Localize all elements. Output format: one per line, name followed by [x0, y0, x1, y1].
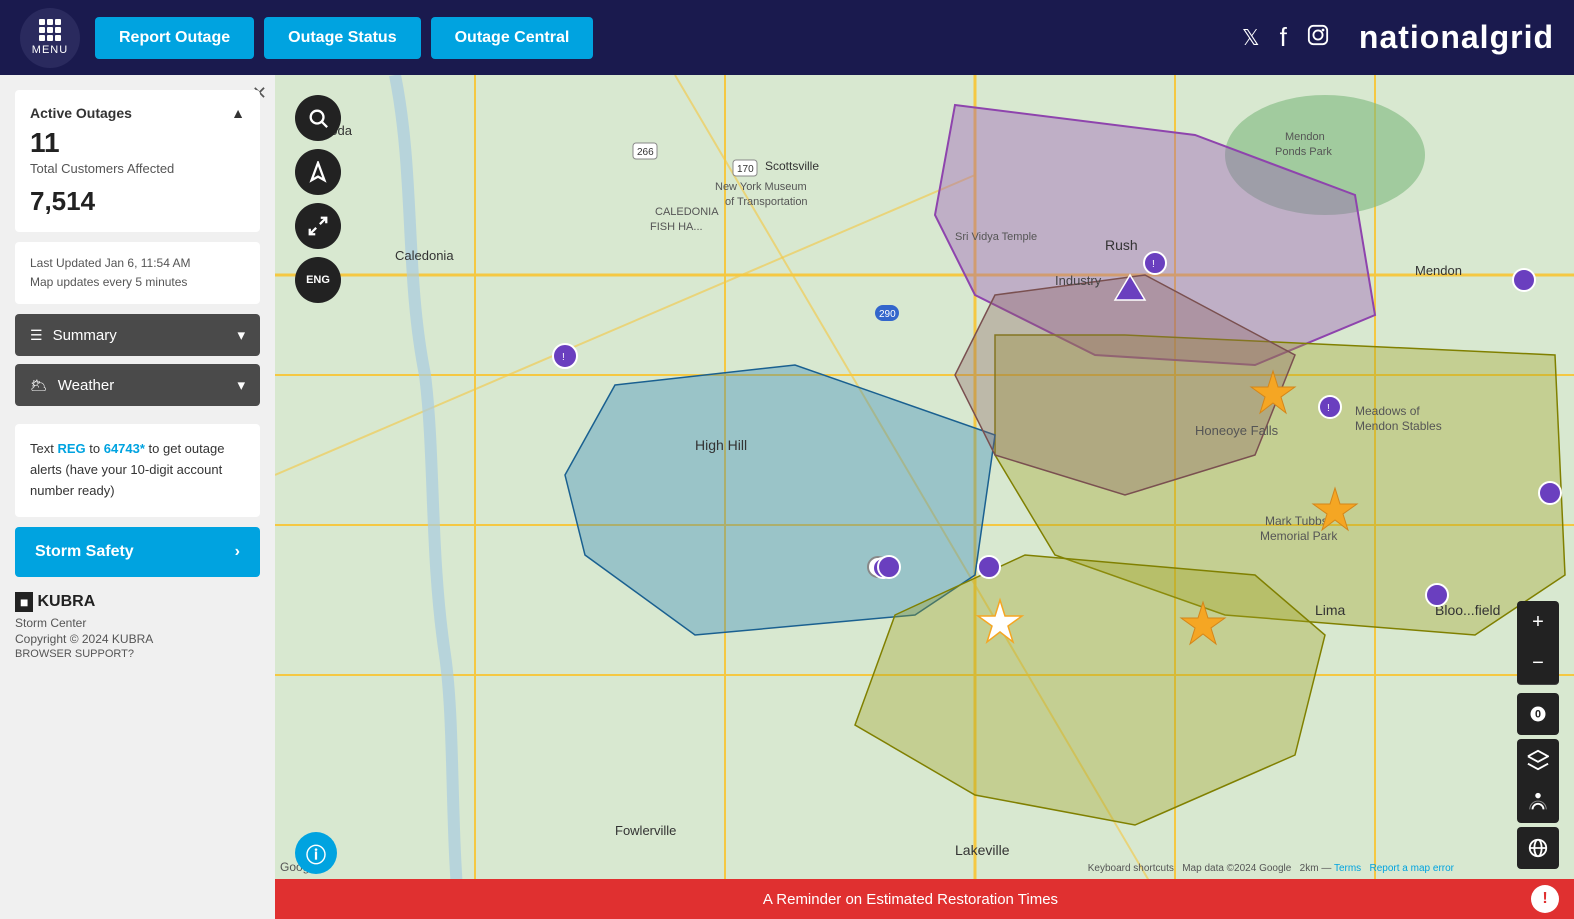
svg-text:Memorial Park: Memorial Park	[1260, 529, 1338, 543]
copyright-text: Copyright © 2024 KUBRA	[15, 632, 260, 646]
map-svg: Mendon Ponds Park Belcoda Caledonia CALE…	[275, 75, 1574, 919]
last-updated-text: Last Updated Jan 6, 11:54 AM	[30, 254, 245, 273]
menu-section: ☰ Summary ▾ 🌥 Weather ▾	[15, 314, 260, 414]
svg-text:!: !	[1152, 259, 1155, 270]
active-outages-heading: Active Outages ▲	[30, 105, 245, 121]
header: MENU Report Outage Outage Status Outage …	[0, 0, 1574, 75]
svg-text:Mendon: Mendon	[1285, 131, 1325, 143]
bottom-banner: A Reminder on Estimated Restoration Time…	[275, 879, 1574, 919]
sms-reg: REG	[57, 441, 85, 456]
svg-text:Ponds Park: Ponds Park	[1275, 146, 1332, 158]
svg-text:Lakeville: Lakeville	[955, 842, 1010, 858]
fullscreen-button[interactable]	[295, 203, 341, 249]
svg-text:Fowlerville: Fowlerville	[615, 823, 676, 838]
twitter-icon[interactable]: 𝕏	[1242, 25, 1260, 51]
weather-icon: 🌥	[30, 377, 48, 394]
banner-text: A Reminder on Estimated Restoration Time…	[290, 891, 1531, 908]
outage-card: Active Outages ▲ 11 Total Customers Affe…	[15, 90, 260, 232]
menu-label: MENU	[32, 44, 68, 56]
social-icons: 𝕏 f	[1242, 22, 1329, 53]
map-layers-button[interactable]	[1517, 739, 1559, 781]
total-customers-count: 7,514	[30, 186, 245, 217]
summary-menu-item[interactable]: ☰ Summary ▾	[15, 314, 260, 356]
summary-label: Summary	[53, 327, 117, 344]
svg-text:Meadows of: Meadows of	[1355, 404, 1420, 418]
instagram-icon[interactable]	[1307, 24, 1329, 52]
info-button[interactable]: ⓘ	[295, 832, 337, 874]
svg-text:Lima: Lima	[1315, 602, 1346, 618]
svg-text:Rush: Rush	[1105, 237, 1138, 253]
svg-text:CALEDONIA: CALEDONIA	[655, 206, 719, 218]
outage-status-button[interactable]: Outage Status	[264, 17, 420, 59]
facebook-icon[interactable]: f	[1280, 22, 1287, 53]
map-controls-right: + − 0	[1517, 601, 1559, 869]
svg-text:!: !	[1327, 403, 1330, 414]
brand-logo: nationalgrid	[1359, 19, 1554, 56]
svg-text:Mendon: Mendon	[1415, 263, 1462, 278]
svg-text:290: 290	[879, 309, 896, 320]
weather-menu-item[interactable]: 🌥 Weather ▾	[15, 364, 260, 406]
zoom-out-button[interactable]: −	[1517, 643, 1559, 685]
svg-text:High Hill: High Hill	[695, 437, 747, 453]
storm-safety-label: Storm Safety	[35, 543, 134, 561]
layers-button[interactable]: 0	[1517, 693, 1559, 735]
menu-grid-icon	[39, 19, 61, 41]
svg-text:0: 0	[1535, 708, 1541, 720]
weather-chevron-icon: ▾	[237, 376, 245, 394]
sms-number: 64743*	[104, 441, 145, 456]
active-outages-count: 11	[30, 129, 245, 157]
svg-text:Mark Tubbs: Mark Tubbs	[1265, 514, 1328, 528]
svg-text:!: !	[562, 352, 565, 363]
map-container[interactable]: Mendon Ponds Park Belcoda Caledonia CALE…	[275, 75, 1574, 919]
map-attribution: Keyboard shortcuts Map data ©2024 Google…	[1088, 863, 1454, 874]
sidebar: ✕ Active Outages ▲ 11 Total Customers Af…	[0, 75, 275, 919]
street-view-button[interactable]	[1517, 781, 1559, 823]
sms-prefix: Text	[30, 441, 57, 456]
collapse-icon[interactable]: ▲	[231, 105, 245, 121]
summary-icon: ☰	[30, 327, 43, 344]
search-map-button[interactable]	[295, 95, 341, 141]
svg-text:Honeoye Falls: Honeoye Falls	[1195, 423, 1279, 438]
kubra-footer: ■ KUBRA Storm Center Copyright © 2024 KU…	[15, 592, 260, 662]
svg-text:170: 170	[737, 164, 754, 175]
sms-card: Text REG to 64743* to get outage alerts …	[15, 424, 260, 516]
outage-central-button[interactable]: Outage Central	[431, 17, 594, 59]
svg-text:of Transportation: of Transportation	[725, 196, 808, 208]
brand-suffix: grid	[1490, 19, 1554, 55]
menu-button[interactable]: MENU	[20, 8, 80, 68]
update-card: Last Updated Jan 6, 11:54 AM Map updates…	[15, 242, 260, 304]
banner-alert-icon[interactable]: !	[1531, 885, 1559, 913]
storm-safety-button[interactable]: Storm Safety ›	[15, 527, 260, 577]
storm-center-label: Storm Center	[15, 616, 260, 630]
storm-safety-arrow-icon: ›	[235, 543, 240, 561]
summary-chevron-icon: ▾	[237, 326, 245, 344]
total-customers-label: Total Customers Affected	[30, 161, 245, 176]
svg-text:266: 266	[637, 147, 654, 158]
map-controls-left: ENG	[295, 95, 341, 303]
svg-text:Caledonia: Caledonia	[395, 248, 454, 263]
active-outages-label: Active Outages	[30, 105, 132, 121]
globe-view-button[interactable]	[1517, 827, 1559, 869]
weather-label: Weather	[58, 377, 114, 394]
update-interval-text: Map updates every 5 minutes	[30, 273, 245, 292]
svg-text:Scottsville: Scottsville	[765, 159, 819, 173]
svg-text:Sri Vidya Temple: Sri Vidya Temple	[955, 231, 1037, 243]
svg-text:New York Museum: New York Museum	[715, 181, 807, 193]
browser-support-link[interactable]: BROWSER SUPPORT?	[15, 648, 260, 660]
zoom-in-button[interactable]: +	[1517, 601, 1559, 643]
svg-text:Industry: Industry	[1055, 273, 1102, 288]
svg-text:Bloo...field: Bloo...field	[1435, 602, 1500, 618]
report-outage-button[interactable]: Report Outage	[95, 17, 254, 59]
brand-prefix: national	[1359, 19, 1490, 55]
svg-text:FISH HA...: FISH HA...	[650, 221, 703, 233]
svg-text:Mendon Stables: Mendon Stables	[1355, 419, 1442, 433]
sms-middle: to	[86, 441, 104, 456]
kubra-name: KUBRA	[37, 593, 95, 611]
kubra-logo: ■ KUBRA	[15, 592, 260, 612]
locate-me-button[interactable]	[295, 149, 341, 195]
kubra-k-icon: ■	[15, 592, 33, 612]
language-button[interactable]: ENG	[295, 257, 341, 303]
